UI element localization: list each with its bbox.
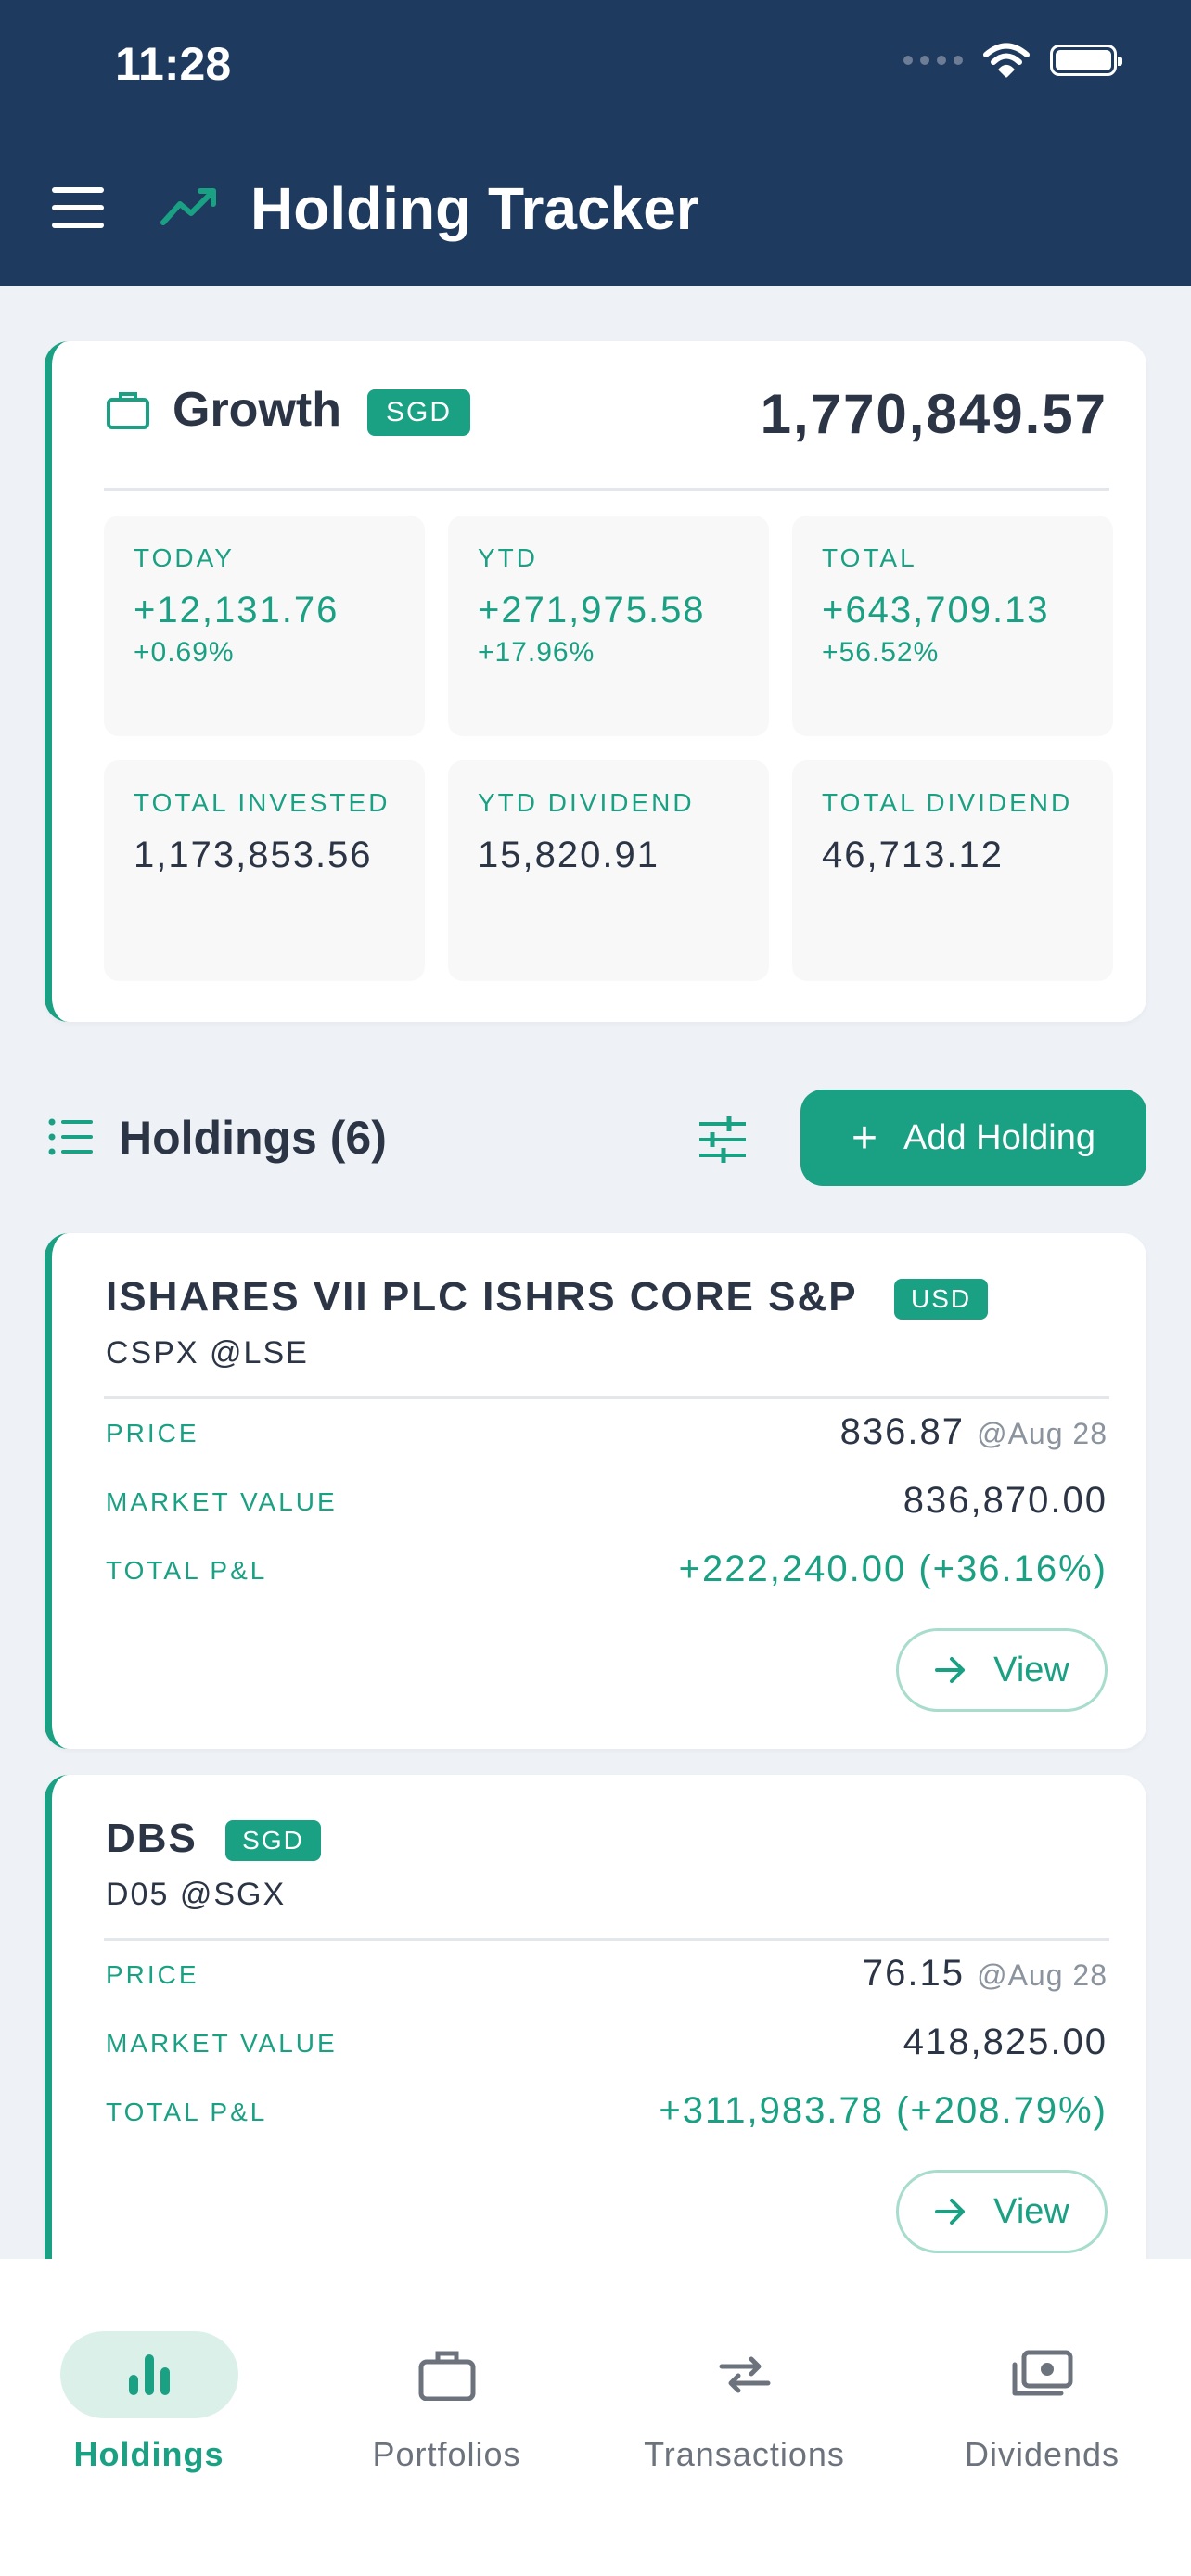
holdings-section-title: Holdings (6) (119, 1112, 387, 1164)
add-holding-button[interactable]: + Add Holding (800, 1090, 1146, 1186)
nav-transactions[interactable]: Transactions (596, 2296, 893, 2473)
portfolio-summary-card[interactable]: Growth SGD 1,770,849.57 TODAY +12,131.76… (45, 341, 1146, 1022)
view-button[interactable]: View (896, 1628, 1108, 1712)
nav-label: Holdings (73, 2435, 224, 2473)
arrow-right-icon (935, 2199, 966, 2225)
app-header: 11:28 Holding Tracker (0, 0, 1191, 286)
stat-value: +643,709.13 (822, 590, 1050, 631)
stat-today: TODAY +12,131.76 +0.69% (104, 516, 425, 736)
app-title: Holding Tracker (250, 175, 699, 242)
price-date: @Aug 28 (977, 1417, 1108, 1450)
currency-badge: USD (894, 1279, 989, 1320)
stat-pct: +0.69% (134, 637, 235, 668)
stat-ytd: YTD +271,975.58 +17.96% (448, 516, 769, 736)
divider (104, 488, 1109, 491)
stat-label: TOTAL INVESTED (134, 788, 391, 817)
stat-total-dividend: TOTAL DIVIDEND 46,713.12 (792, 760, 1113, 981)
stat-value: 46,713.12 (822, 835, 1004, 875)
cash-stack-icon (1012, 2350, 1072, 2396)
divider (104, 1396, 1109, 1399)
swap-arrows-icon (719, 2356, 770, 2393)
portfolio-total-value: 1,770,849.57 (760, 383, 1108, 445)
stat-total: TOTAL +643,709.13 +56.52% (792, 516, 1113, 736)
stat-label: TODAY (134, 543, 235, 572)
stat-label: TOTAL (822, 543, 917, 572)
market-value: 836,870.00 (903, 1480, 1108, 1521)
holding-card[interactable]: ISHARES VII PLC ISHRS CORE S&P USD CSPX … (45, 1233, 1146, 1749)
view-label: View (993, 1650, 1069, 1690)
stat-ytd-dividend: YTD DIVIDEND 15,820.91 (448, 760, 769, 981)
stat-total-invested: TOTAL INVESTED 1,173,853.56 (104, 760, 425, 981)
holding-ticker: D05 @SGX (106, 1877, 287, 1912)
price-label: PRICE (106, 1960, 199, 1989)
stat-value: 15,820.91 (478, 835, 660, 875)
stat-value: +12,131.76 (134, 590, 339, 631)
trend-up-icon (160, 188, 216, 225)
holding-name: DBS SGD (106, 1816, 321, 1862)
price-value: 836.87 @Aug 28 (839, 1411, 1108, 1452)
holding-name: ISHARES VII PLC ISHRS CORE S&P USD (106, 1274, 989, 1320)
stat-label: YTD DIVIDEND (478, 788, 695, 817)
total-pl-label: TOTAL P&L (106, 1556, 268, 1585)
arrow-right-icon (935, 1657, 966, 1683)
total-pl-value: +222,240.00 (+36.16%) (678, 1549, 1108, 1589)
nav-holdings[interactable]: Holdings (0, 2296, 298, 2473)
stat-label: TOTAL DIVIDEND (822, 788, 1073, 817)
nav-label: Dividends (964, 2435, 1121, 2473)
stat-pct: +17.96% (478, 637, 596, 668)
divider (104, 1938, 1109, 1941)
add-holding-label: Add Holding (903, 1117, 1096, 1157)
view-label: View (993, 2191, 1069, 2231)
market-value-label: MARKET VALUE (106, 2029, 338, 2058)
briefcase-icon (107, 392, 149, 429)
status-time: 11:28 (115, 38, 232, 90)
holding-ticker: CSPX @LSE (106, 1335, 309, 1371)
wifi-icon (983, 43, 1030, 78)
total-pl-label: TOTAL P&L (106, 2098, 268, 2126)
bar-chart-icon (128, 2354, 170, 2395)
price-date: @Aug 28 (977, 1958, 1108, 1992)
stat-pct: +56.52% (822, 637, 940, 668)
battery-icon (1050, 45, 1122, 76)
nav-portfolios[interactable]: Portfolios (298, 2296, 596, 2473)
nav-label: Transactions (644, 2435, 845, 2473)
status-icons (903, 43, 1122, 78)
plus-icon: + (851, 1113, 877, 1163)
nav-label: Portfolios (372, 2435, 521, 2473)
currency-badge: SGD (367, 389, 471, 436)
market-value-label: MARKET VALUE (106, 1487, 338, 1516)
view-button[interactable]: View (896, 2170, 1108, 2253)
currency-badge: SGD (225, 1820, 321, 1862)
nav-dividends[interactable]: Dividends (893, 2296, 1191, 2473)
stat-label: YTD (478, 543, 538, 572)
stat-value: +271,975.58 (478, 590, 706, 631)
price-value: 76.15 @Aug 28 (862, 1953, 1108, 1994)
signal-icon (903, 56, 963, 65)
holding-card[interactable]: DBS SGD D05 @SGX PRICE 76.15 @Aug 28 MAR… (45, 1775, 1146, 2290)
list-icon (48, 1118, 93, 1155)
stat-value: 1,173,853.56 (134, 835, 373, 875)
filter-sliders-icon[interactable] (698, 1116, 748, 1163)
market-value: 418,825.00 (903, 2021, 1108, 2062)
menu-icon[interactable] (52, 187, 104, 228)
price-label: PRICE (106, 1419, 199, 1447)
briefcase-icon (418, 2351, 475, 2401)
bottom-nav: Holdings Portfolios Transactions Dividen… (0, 2259, 1191, 2576)
total-pl-value: +311,983.78 (+208.79%) (659, 2090, 1108, 2131)
portfolio-name: Growth (173, 383, 341, 437)
